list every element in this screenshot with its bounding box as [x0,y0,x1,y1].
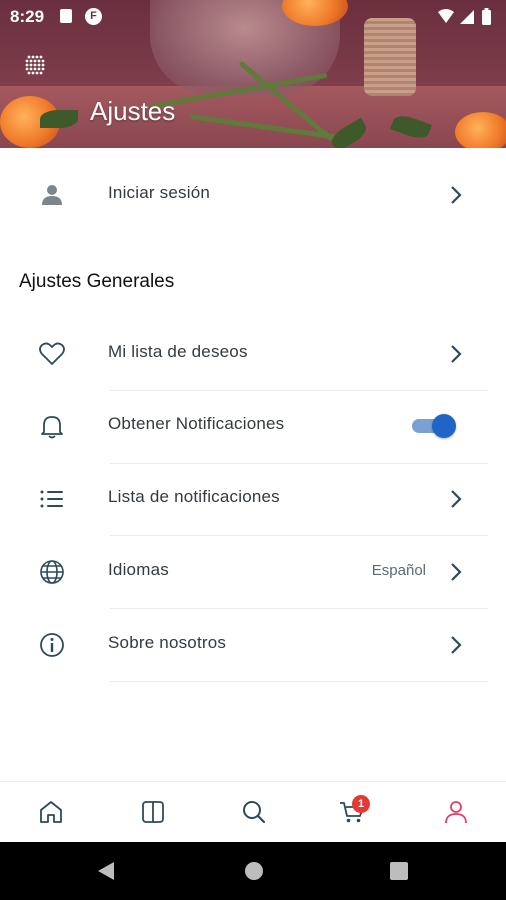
page-title: Ajustes [90,96,176,126]
info-icon [40,633,64,657]
about-row[interactable]: Sobre nosotros [0,609,506,679]
person-icon [42,185,62,205]
chevron-right-icon [451,345,462,363]
chevron-right-icon [451,636,462,654]
status-time: 8:29 [10,7,45,26]
status-bar: 8:29 F [0,0,506,34]
chevron-right-icon [451,186,462,204]
login-label: Iniciar sesión [108,183,211,202]
cart-badge: 1 [352,795,370,813]
notification-list-row[interactable]: Lista de notificaciones [0,463,506,533]
search-icon[interactable] [240,798,268,826]
back-icon[interactable] [96,860,116,882]
bell-icon [41,416,63,439]
system-navigation-bar [0,842,506,900]
chevron-right-icon [451,490,462,508]
battery-icon [482,10,491,25]
toggle-thumb [432,414,456,438]
bottom-navigation [0,781,506,842]
recents-icon[interactable] [390,862,408,880]
heart-icon [39,342,65,365]
about-label: Sobre nosotros [108,633,227,652]
languages-label: Idiomas [108,560,169,579]
login-row[interactable]: Iniciar sesión [0,159,506,229]
wifi-icon [438,9,454,23]
list-icon [40,490,63,508]
section-title: Ajustes Generales [19,271,175,292]
home-circle-icon[interactable] [244,861,264,881]
wishlist-row[interactable]: Mi lista de deseos [0,318,506,388]
wishlist-label: Mi lista de deseos [108,342,248,361]
notifications-label: Obtener Notificaciones [108,414,285,433]
divider [110,681,488,682]
languages-row[interactable]: Idiomas Español [0,536,506,606]
hero-flower [455,112,506,148]
home-icon[interactable] [37,798,65,826]
catalog-icon[interactable] [139,798,167,826]
notifications-toggle[interactable] [410,414,458,438]
language-value: Español [371,562,426,579]
notification-list-label: Lista de notificaciones [108,487,280,506]
header-hero-image: 8:29 F Ajustes [0,0,506,148]
app-notification-icon: F [85,8,102,25]
sd-card-icon [60,9,72,23]
hero-leaf [40,110,78,128]
profile-icon[interactable] [442,798,470,826]
notifications-toggle-row[interactable]: Obtener Notificaciones [0,390,506,460]
status-icons [438,8,491,25]
chevron-right-icon [451,563,462,581]
grid-menu-icon[interactable] [22,52,48,78]
globe-icon [40,560,64,584]
signal-icon [460,10,474,24]
